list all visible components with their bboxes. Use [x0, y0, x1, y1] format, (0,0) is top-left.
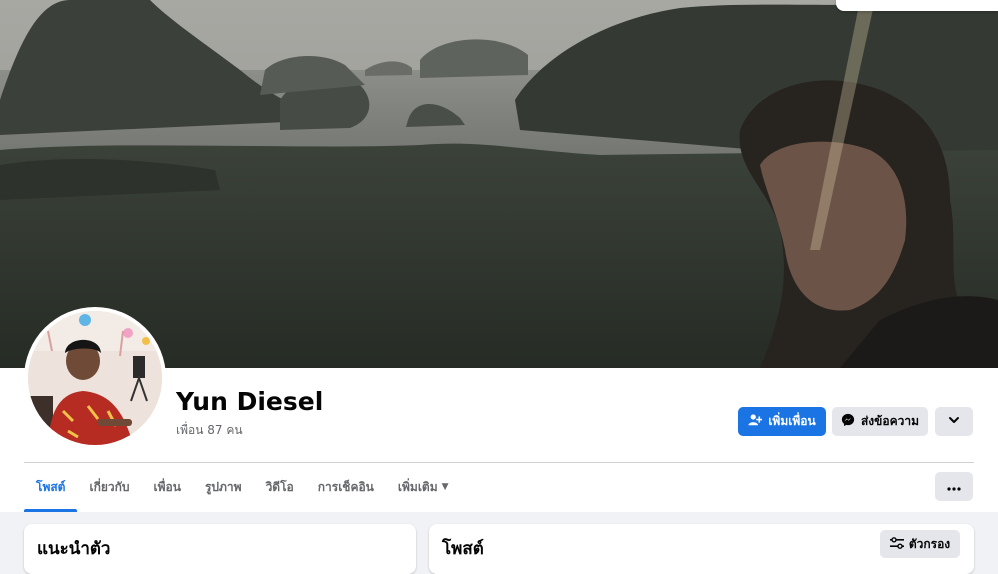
profile-picture[interactable]	[28, 311, 162, 445]
profile-options-button[interactable]	[935, 407, 973, 436]
posts-card-title: โพสต์	[442, 539, 484, 559]
friends-count[interactable]: เพื่อน 87 คน	[176, 421, 243, 440]
posts-card: โพสต์ ตัวกรอง	[429, 524, 974, 574]
tab-checkins[interactable]: การเช็คอิน	[306, 464, 386, 510]
add-friend-button[interactable]: เพิ่มเพื่อน	[738, 407, 826, 436]
intro-card: แนะนำตัว	[24, 524, 416, 574]
send-message-button[interactable]: ส่งข้อความ	[832, 407, 928, 436]
top-right-panel	[836, 0, 998, 11]
chevron-down-icon	[948, 414, 960, 429]
messenger-icon	[841, 413, 855, 430]
add-person-icon	[748, 413, 763, 430]
tab-label: การเช็คอิน	[317, 479, 374, 494]
add-friend-label: เพิ่มเพื่อน	[768, 414, 816, 428]
more-dots-icon	[947, 479, 961, 495]
caret-down-icon: ▼	[441, 482, 449, 492]
filter-sliders-icon	[889, 536, 904, 552]
profile-header: Yun Diesel เพื่อน 87 คน เพิ่มเพื่อน ส่งข…	[0, 0, 998, 512]
tab-label: วิดีโอ	[265, 479, 294, 494]
profile-name: Yun Diesel	[176, 387, 324, 416]
filter-label: ตัวกรอง	[908, 536, 951, 551]
cover-photo[interactable]	[0, 0, 998, 368]
tab-videos[interactable]: วิดีโอ	[254, 464, 306, 510]
cover-photo-image	[0, 0, 998, 368]
tab-more[interactable]: เพิ่มเติม ▼	[386, 464, 461, 510]
header-divider	[24, 462, 974, 463]
intro-card-title: แนะนำตัว	[37, 539, 111, 559]
tab-label: รูปภาพ	[204, 479, 242, 494]
tab-posts[interactable]: โพสต์	[24, 464, 78, 512]
tab-friends[interactable]: เพื่อน	[142, 464, 193, 510]
tab-label: เพื่อน	[153, 479, 181, 494]
avatar-image	[28, 311, 162, 445]
tab-about[interactable]: เกี่ยวกับ	[77, 464, 141, 510]
tab-label: เพิ่มเติม	[397, 479, 438, 494]
tabs-more-options-button[interactable]	[935, 472, 973, 501]
send-message-label: ส่งข้อความ	[860, 414, 919, 428]
tab-photos[interactable]: รูปภาพ	[193, 464, 254, 510]
tab-label: เกี่ยวกับ	[89, 479, 130, 494]
tab-label: โพสต์	[36, 479, 66, 494]
filter-button[interactable]: ตัวกรอง	[880, 530, 960, 558]
profile-picture-frame[interactable]	[24, 307, 166, 449]
profile-tabs: โพสต์ เกี่ยวกับ เพื่อน รูปภาพ วิดีโอ การ…	[24, 464, 461, 512]
